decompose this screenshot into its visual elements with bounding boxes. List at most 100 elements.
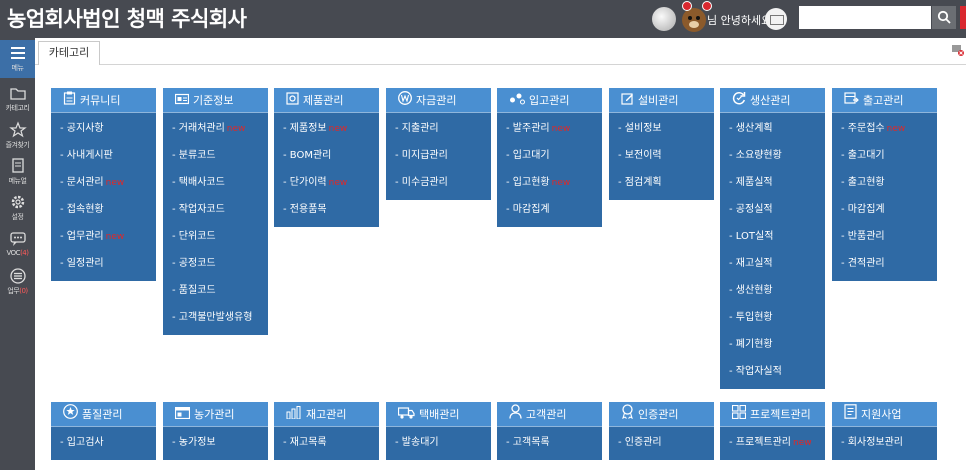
menu-item[interactable]: - 단가이력 new <box>274 169 379 196</box>
menu-item[interactable]: - 문서관리 new <box>51 169 156 196</box>
menu-item[interactable]: - 주문접수 new <box>832 115 937 142</box>
menu-item[interactable]: - 입고검사 <box>51 429 156 456</box>
menu-item[interactable]: - 제품실적 <box>720 169 825 196</box>
menu-item[interactable]: - 공지사항 <box>51 115 156 142</box>
menu-item[interactable]: - 마감집계 <box>497 196 602 223</box>
menu-item[interactable]: - 마감집계 <box>832 196 937 223</box>
menu-item[interactable]: - 발주관리 new <box>497 115 602 142</box>
category-header[interactable]: 생산관리 <box>720 88 825 113</box>
app-title[interactable]: 농업회사법인 청맥 주식회사 <box>7 3 247 33</box>
menu-item-label: 출고대기 <box>847 150 885 161</box>
category-header[interactable]: 프로젝트관리 <box>720 402 825 427</box>
bullet-dash: - <box>172 258 179 269</box>
search-input[interactable] <box>799 6 931 29</box>
menu-item[interactable]: - 설비정보 <box>609 115 714 142</box>
menu-item[interactable]: - 소요량현황 <box>720 142 825 169</box>
window-icon <box>174 403 191 428</box>
category-header[interactable]: 커뮤니티 <box>51 88 156 113</box>
menu-item[interactable]: - 단위코드 <box>163 223 268 250</box>
sidebar-item-3[interactable]: 메뉴얼 <box>0 153 35 191</box>
menu-item[interactable]: - 고객불만발생유형 <box>163 304 268 331</box>
menu-item[interactable]: - 생산현황 <box>720 277 825 304</box>
category-header[interactable]: 택배관리 <box>386 402 491 427</box>
category-menu-list: - 고객목록 <box>497 427 602 460</box>
menu-item[interactable]: - 보전이력 <box>609 142 714 169</box>
bullet-dash: - <box>283 204 290 215</box>
sidebar-item-6[interactable]: 업무(0) <box>0 263 35 301</box>
category-header[interactable]: 재고관리 <box>274 402 379 427</box>
menu-item[interactable]: - 업무관리 new <box>51 223 156 250</box>
menu-item[interactable]: - 발송대기 <box>386 429 491 456</box>
menu-item[interactable]: - 접속현황 <box>51 196 156 223</box>
menu-item[interactable]: - 견적관리 <box>832 250 937 277</box>
menu-item[interactable]: - LOT실적 <box>720 223 825 250</box>
menu-item[interactable]: - 폐기현황 <box>720 331 825 358</box>
menu-item[interactable]: - 투입현황 <box>720 304 825 331</box>
avatar-icon[interactable] <box>652 7 676 31</box>
sidebar-item-4[interactable]: 설정 <box>0 189 35 227</box>
bear-avatar-icon[interactable] <box>682 8 706 32</box>
menu-item[interactable]: - 고객목록 <box>497 429 602 456</box>
menu-item-label: BOM관리 <box>289 150 332 161</box>
logout-button[interactable] <box>960 6 966 29</box>
menu-item[interactable]: - 출고현황 <box>832 169 937 196</box>
menu-item[interactable]: - 분류코드 <box>163 142 268 169</box>
category-header[interactable]: 지원사업 <box>832 402 937 427</box>
category-header[interactable]: 설비관리 <box>609 88 714 113</box>
category-header[interactable]: 인증관리 <box>609 402 714 427</box>
menu-item[interactable]: - 프로젝트관리 new <box>720 429 825 456</box>
menu-item-label: 공정실적 <box>735 204 773 215</box>
menu-item[interactable]: - 제품정보 new <box>274 115 379 142</box>
category-header[interactable]: 자금관리 <box>386 88 491 113</box>
menu-item[interactable]: - 사내게시판 <box>51 142 156 169</box>
menu-item[interactable]: - 일정관리 <box>51 250 156 277</box>
menu-item[interactable]: - 입고대기 <box>497 142 602 169</box>
menu-item[interactable]: - 점검계획 <box>609 169 714 196</box>
menu-item-label: 설비정보 <box>624 123 662 134</box>
menu-item-label: 발주관리 <box>512 123 550 134</box>
menu-item[interactable]: - 작업자실적 <box>720 358 825 385</box>
category-header[interactable]: 제품관리 <box>274 88 379 113</box>
menu-item[interactable]: - 미지급관리 <box>386 142 491 169</box>
menu-item[interactable]: - 작업자코드 <box>163 196 268 223</box>
menu-item[interactable]: - 전용품목 <box>274 196 379 223</box>
menu-item[interactable]: - 인증관리 <box>609 429 714 456</box>
menu-item[interactable]: - 공정실적 <box>720 196 825 223</box>
tab-category[interactable]: 카테고리 <box>38 41 100 65</box>
search-icon <box>937 10 951 24</box>
menu-item[interactable]: - 공정코드 <box>163 250 268 277</box>
mail-icon[interactable] <box>765 8 787 30</box>
category-header[interactable]: 기준정보 <box>163 88 268 113</box>
menu-item[interactable]: - 재고목록 <box>274 429 379 456</box>
menu-item[interactable]: - 반품관리 <box>832 223 937 250</box>
new-badge: new <box>328 124 348 134</box>
menu-item[interactable]: - 지출관리 <box>386 115 491 142</box>
menu-item-label: 업무관리 <box>66 231 104 242</box>
menu-item-label: 생산계획 <box>735 123 773 134</box>
menu-item[interactable]: - 입고현황 new <box>497 169 602 196</box>
menu-item[interactable]: - 택배사코드 <box>163 169 268 196</box>
close-tabs-icon[interactable] <box>952 44 964 56</box>
search-button[interactable] <box>932 6 956 29</box>
menu-item[interactable]: - 농가정보 <box>163 429 268 456</box>
menu-item[interactable]: - 생산계획 <box>720 115 825 142</box>
category-title: 생산관리 <box>750 94 791 107</box>
menu-item[interactable]: - 거래처관리 new <box>163 115 268 142</box>
category-header[interactable]: 고객관리 <box>497 402 602 427</box>
category-header[interactable]: 출고관리 <box>832 88 937 113</box>
category-menu-list: - 회사정보관리 <box>832 427 937 460</box>
category-header[interactable]: 품질관리 <box>51 402 156 427</box>
sidebar-item-1[interactable]: 카테고리 <box>0 80 35 118</box>
menu-item-label: 고객목록 <box>512 437 550 448</box>
sidebar-item-5[interactable]: VOC(4) <box>0 226 35 264</box>
sidebar-item-2[interactable]: 즐겨찾기 <box>0 117 35 155</box>
menu-item[interactable]: - BOM관리 <box>274 142 379 169</box>
category-header[interactable]: 농가관리 <box>163 402 268 427</box>
menu-item[interactable]: - 회사정보관리 <box>832 429 937 456</box>
sidebar-item-0[interactable]: 메뉴 <box>0 40 35 78</box>
menu-item[interactable]: - 재고실적 <box>720 250 825 277</box>
menu-item[interactable]: - 품질코드 <box>163 277 268 304</box>
menu-item[interactable]: - 출고대기 <box>832 142 937 169</box>
category-header[interactable]: 입고관리 <box>497 88 602 113</box>
menu-item[interactable]: - 미수금관리 <box>386 169 491 196</box>
